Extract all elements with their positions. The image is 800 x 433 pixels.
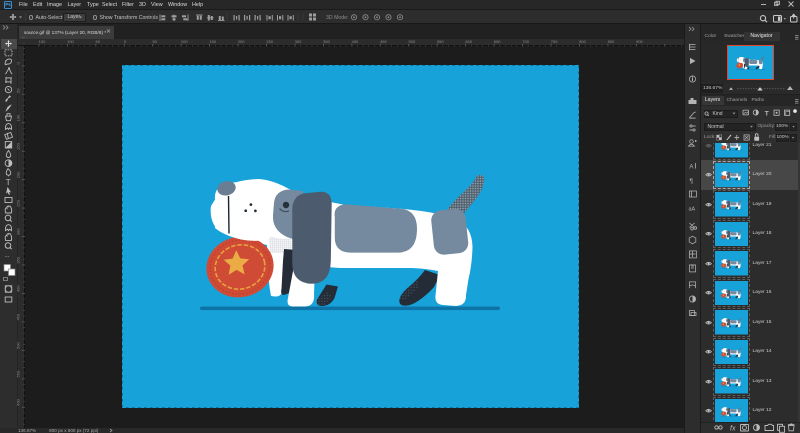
svg-text:900: 900	[636, 39, 643, 44]
svg-text:150: 150	[39, 39, 46, 44]
svg-text:...: ...	[5, 253, 10, 259]
svg-text:450: 450	[380, 39, 387, 44]
svg-text:800: 800	[579, 39, 586, 44]
svg-text:100: 100	[181, 39, 188, 44]
svg-text:400: 400	[352, 39, 359, 44]
svg-text:fx: fx	[730, 425, 736, 432]
svg-text:850: 850	[608, 39, 615, 44]
svg-text:600: 600	[16, 398, 21, 405]
svg-text:100: 100	[16, 114, 21, 121]
svg-text:350: 350	[16, 256, 21, 263]
svg-text:T: T	[6, 178, 11, 187]
svg-text:200: 200	[238, 39, 245, 44]
svg-text:aA: aA	[689, 207, 696, 213]
svg-text:0: 0	[124, 39, 127, 44]
svg-text:250: 250	[16, 199, 21, 206]
svg-text:50: 50	[96, 39, 101, 44]
svg-text:50: 50	[152, 39, 157, 44]
svg-text:600: 600	[465, 39, 472, 44]
svg-text:150: 150	[16, 142, 21, 149]
svg-text:350: 350	[323, 39, 330, 44]
svg-text:150: 150	[209, 39, 216, 44]
svg-text:650: 650	[494, 39, 501, 44]
svg-text:500: 500	[409, 39, 416, 44]
svg-text:0: 0	[16, 62, 21, 65]
svg-text:250: 250	[266, 39, 273, 44]
svg-text:200: 200	[16, 171, 21, 178]
svg-text:700: 700	[522, 39, 529, 44]
svg-text:300: 300	[16, 228, 21, 235]
svg-text:300: 300	[295, 39, 302, 44]
svg-text:400: 400	[16, 285, 21, 292]
svg-text:¶: ¶	[690, 178, 694, 185]
svg-text:550: 550	[437, 39, 444, 44]
svg-text:100: 100	[67, 39, 74, 44]
svg-text:450: 450	[16, 313, 21, 320]
svg-text:500: 500	[16, 342, 21, 349]
svg-text:550: 550	[16, 370, 21, 377]
svg-text:A: A	[689, 164, 694, 171]
svg-text:750: 750	[551, 39, 558, 44]
svg-text:50: 50	[16, 88, 21, 93]
svg-text:T: T	[765, 110, 769, 117]
